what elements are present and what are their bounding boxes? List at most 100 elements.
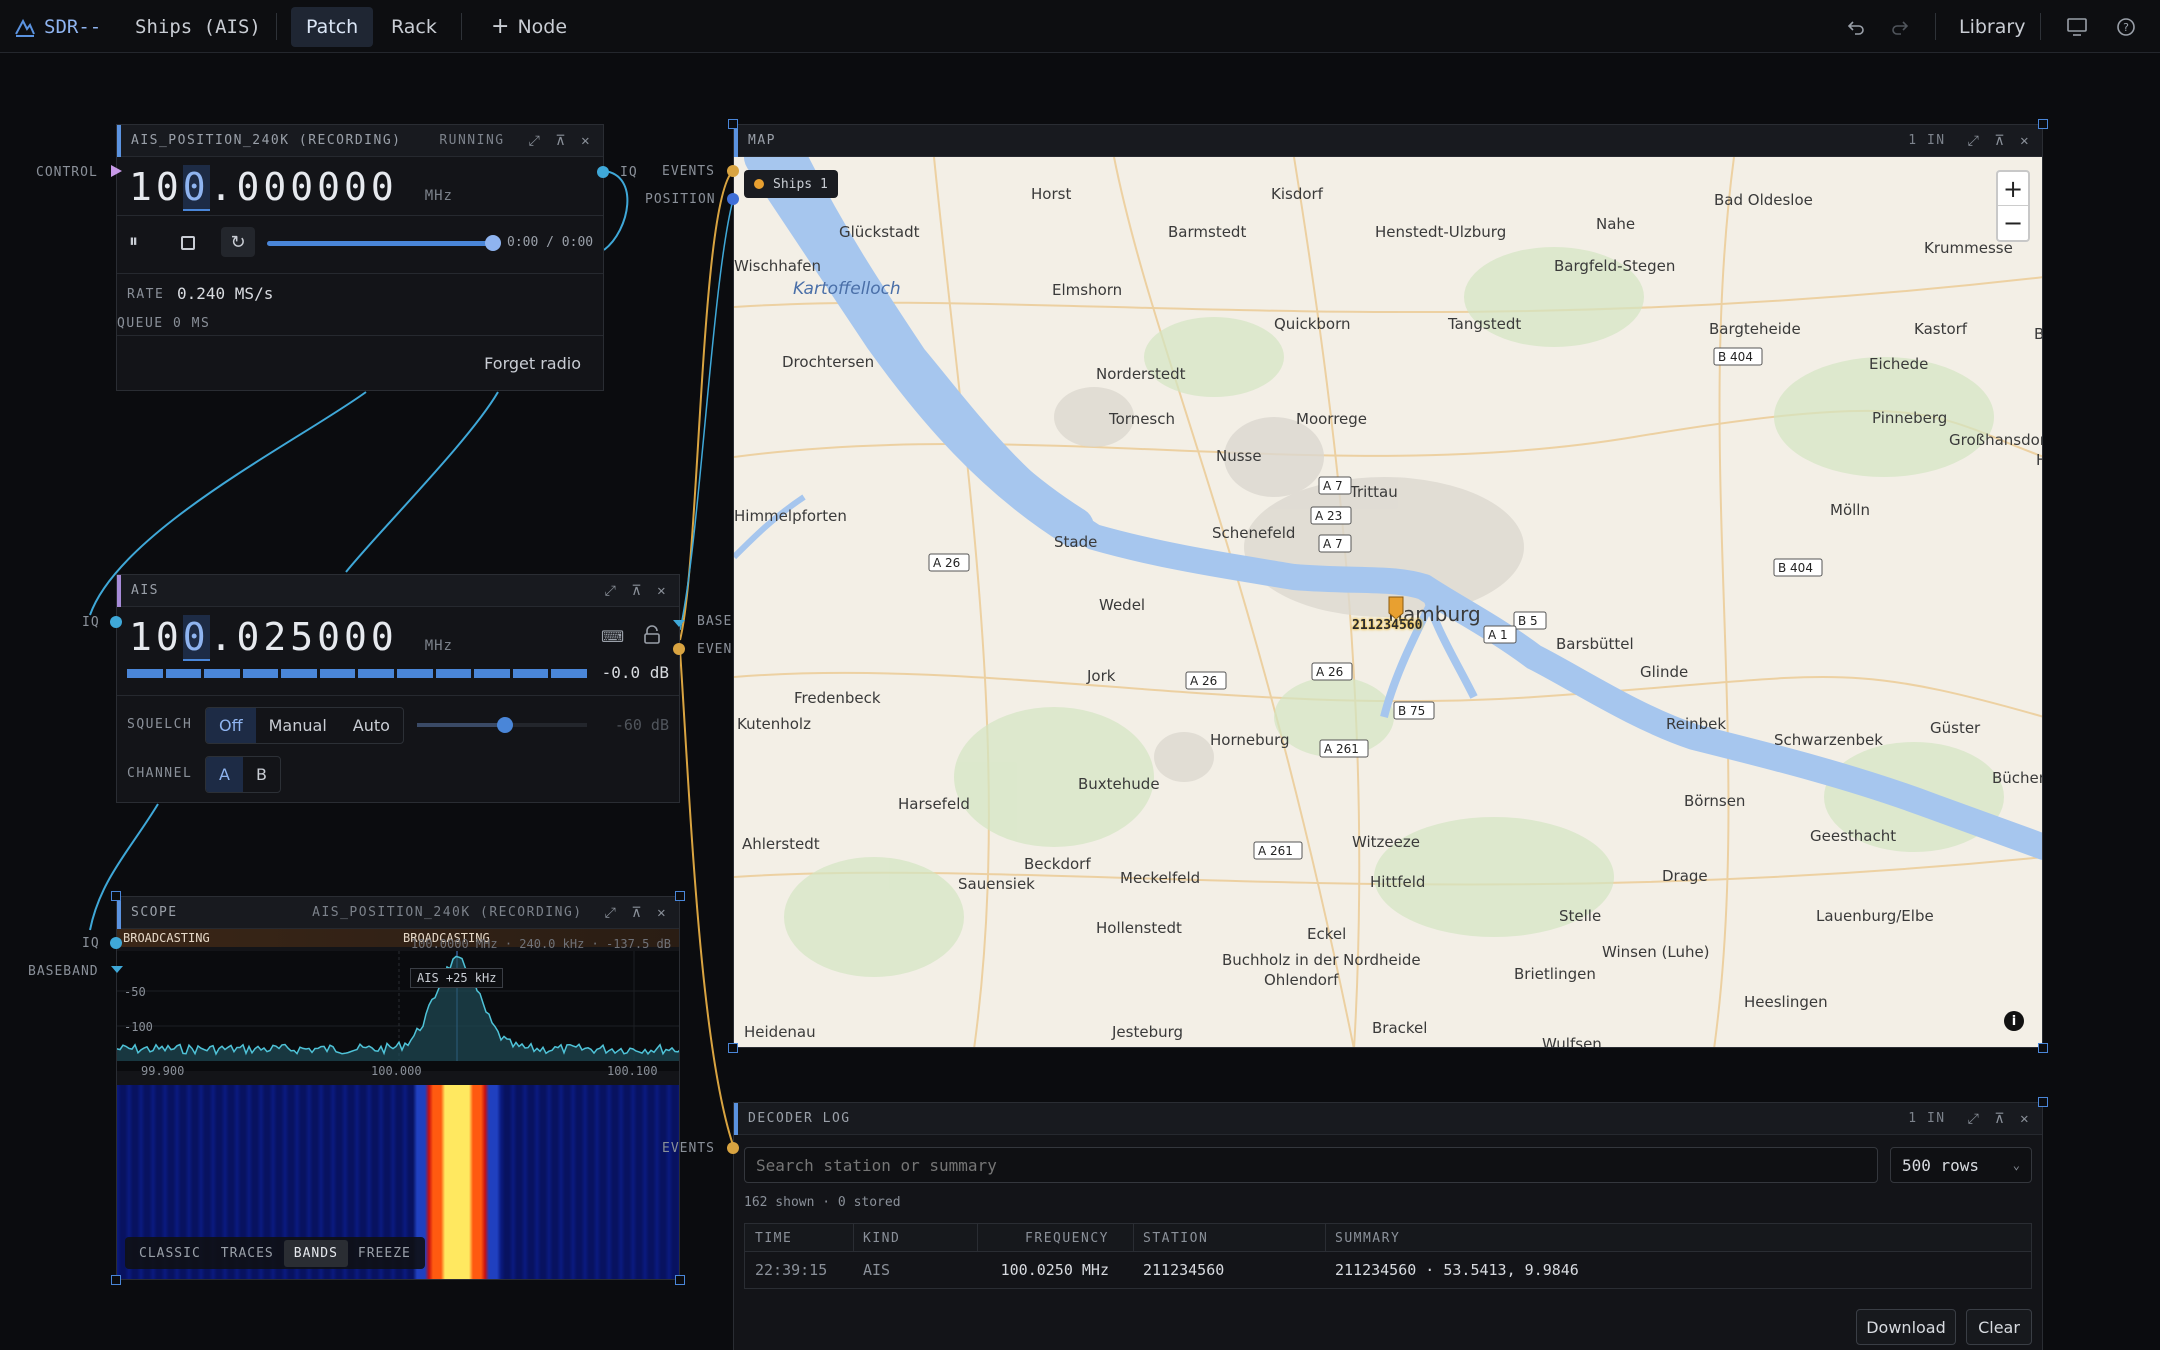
scope-header[interactable]: SCOPE AIS_POSITION_240K (RECORDING) ⤢ ⊼ …: [117, 897, 679, 929]
mode-freeze[interactable]: FREEZE: [348, 1240, 421, 1267]
download-button[interactable]: Download: [1856, 1309, 1956, 1345]
map-place-label: Moorrege: [1296, 410, 1367, 428]
close-icon[interactable]: ✕: [657, 905, 667, 921]
loop-icon[interactable]: ↻: [221, 227, 255, 257]
map-title: MAP: [748, 133, 776, 148]
pin-icon[interactable]: ⊼: [631, 583, 643, 599]
log-events-in-port[interactable]: [727, 1142, 739, 1154]
expand-icon[interactable]: ⤢: [1968, 1111, 1981, 1127]
map-legend[interactable]: Ships 1: [744, 170, 838, 198]
pin-icon[interactable]: ⊼: [1994, 1111, 2006, 1127]
cell-frequency: 100.0250 MHz: [1000, 1261, 1109, 1279]
close-icon[interactable]: ✕: [2020, 133, 2030, 149]
recording-header[interactable]: AIS_POSITION_240K (RECORDING) RUNNING ⤢ …: [117, 124, 603, 157]
close-icon[interactable]: ✕: [657, 583, 667, 599]
expand-icon[interactable]: ⤢: [1968, 133, 1981, 149]
map-place-label: Eckel: [1307, 925, 1346, 943]
col-station: STATION: [1143, 1231, 1209, 1246]
clear-button[interactable]: Clear: [1966, 1309, 2032, 1345]
pin-icon[interactable]: ⊼: [631, 905, 643, 921]
zoom-out-button[interactable]: −: [1998, 206, 2028, 240]
cell-summary: 211234560 · 53.5413, 9.9846: [1335, 1261, 1579, 1279]
map-canvas[interactable]: Horst Kisdorf Bad Oldesloe Glückstadt Barmst…: [734, 157, 2043, 1048]
map-panel: MAP 1 IN ⤢ ⊼ ✕ Horst Kisdorf Bad Oldeslo…: [733, 124, 2043, 1048]
squelch-manual[interactable]: Manual: [256, 708, 340, 743]
map-place-label: Kisdorf: [1271, 185, 1324, 203]
map-place-label: Glinde: [1640, 663, 1688, 681]
mode-traces[interactable]: TRACES: [211, 1240, 284, 1267]
map-position-in-port[interactable]: [727, 193, 739, 205]
control-port-label: CONTROL: [36, 165, 98, 180]
baseband-port-label: BASEBAND: [28, 964, 99, 979]
position-port-label: POSITION: [645, 192, 716, 207]
col-time: TIME: [755, 1231, 793, 1246]
ais-iq-in-port[interactable]: [110, 616, 122, 628]
recording-frequency[interactable]: 100.000000 MHz: [129, 165, 453, 211]
map-header[interactable]: MAP 1 IN ⤢ ⊼ ✕: [734, 125, 2042, 157]
log-header[interactable]: DECODER LOG 1 IN ⤢ ⊼ ✕: [734, 1102, 2042, 1135]
zoom-control: + −: [1996, 170, 2030, 242]
map-events-in-port[interactable]: [727, 165, 739, 177]
control-port[interactable]: [111, 165, 122, 177]
squelch-slider[interactable]: [417, 717, 587, 733]
scope-mode-tabs: CLASSIC TRACES BANDS FREEZE: [125, 1237, 425, 1269]
map-place-label: Reinbek: [1666, 715, 1726, 733]
road-label: A 23: [1315, 509, 1342, 523]
zoom-in-button[interactable]: +: [1998, 172, 2028, 206]
events-port-label: EVENTS: [662, 164, 715, 179]
iq-out-port[interactable]: [597, 166, 609, 178]
expand-icon[interactable]: ⤢: [529, 133, 542, 149]
table-header: TIME KIND FREQUENCY STATION SUMMARY: [745, 1224, 2031, 1252]
channel-a[interactable]: A: [206, 757, 243, 792]
expand-icon[interactable]: ⤢: [605, 583, 618, 599]
map-place-label: Barsbüttel: [1556, 635, 1634, 653]
freq-cursor-digit[interactable]: 0: [182, 615, 210, 661]
map-place-label: Nusse: [1216, 447, 1262, 465]
seek-slider[interactable]: [267, 235, 501, 251]
baseband-out-port[interactable]: [673, 620, 685, 627]
map-place-label: Schenefeld: [1212, 524, 1295, 542]
channel-b[interactable]: B: [243, 757, 280, 792]
close-icon[interactable]: ✕: [581, 133, 591, 149]
events-port-label: EVENTS: [662, 1141, 715, 1156]
mode-classic[interactable]: CLASSIC: [129, 1240, 211, 1267]
map-place-label: Heidenau: [744, 1023, 816, 1041]
pin-icon[interactable]: ⊼: [1994, 133, 2006, 149]
freq-digits: 10: [129, 165, 183, 209]
close-icon[interactable]: ✕: [2020, 1111, 2030, 1127]
attribution-info-icon[interactable]: i: [2004, 1011, 2024, 1031]
pin-icon[interactable]: ⊼: [555, 133, 567, 149]
ais-title: AIS: [131, 583, 159, 598]
table-row[interactable]: 22:39:15 AIS 100.0250 MHz 211234560 2112…: [745, 1252, 2031, 1288]
map-place-label: Barmstedt: [1168, 223, 1246, 241]
level-meter: [127, 669, 587, 678]
forget-radio-button[interactable]: Forget radio: [484, 354, 581, 373]
road-label: A 1: [1488, 628, 1508, 642]
rows-select[interactable]: 500 rows ⌄: [1890, 1147, 2032, 1183]
map-place-label: Winsen (Luhe): [1602, 943, 1710, 961]
ais-header[interactable]: AIS ⤢ ⊼ ✕: [117, 574, 679, 607]
scope-baseband-in-port[interactable]: [111, 966, 123, 973]
ais-frequency[interactable]: 100.025000 MHz: [129, 615, 453, 661]
queue-label: QUEUE 0 MS: [117, 316, 211, 331]
squelch-off[interactable]: Off: [206, 708, 256, 743]
keyboard-icon[interactable]: ⌨: [601, 627, 624, 646]
lock-icon[interactable]: [643, 625, 661, 649]
map-place-label: Jork: [1086, 667, 1116, 685]
scope-iq-in-port[interactable]: [110, 937, 122, 949]
events-out-port[interactable]: [673, 643, 685, 655]
pause-icon[interactable]: ⏸: [129, 231, 138, 252]
search-input[interactable]: [744, 1147, 1878, 1183]
map-place-label: Großhansdorf: [1949, 431, 2043, 449]
squelch-auto[interactable]: Auto: [340, 708, 403, 743]
log-inputs: 1 IN: [1908, 1111, 1946, 1126]
mode-bands[interactable]: BANDS: [283, 1239, 348, 1267]
road-label: B 404: [1718, 350, 1753, 364]
expand-icon[interactable]: ⤢: [605, 905, 618, 921]
freq-unit: MHz: [424, 638, 453, 654]
stop-icon[interactable]: [181, 236, 195, 250]
road-label: B 404: [1778, 561, 1813, 575]
x-tick: 100.000: [371, 1064, 422, 1078]
spectrum-plot[interactable]: [117, 951, 680, 1071]
freq-cursor-digit[interactable]: 0: [182, 165, 210, 211]
